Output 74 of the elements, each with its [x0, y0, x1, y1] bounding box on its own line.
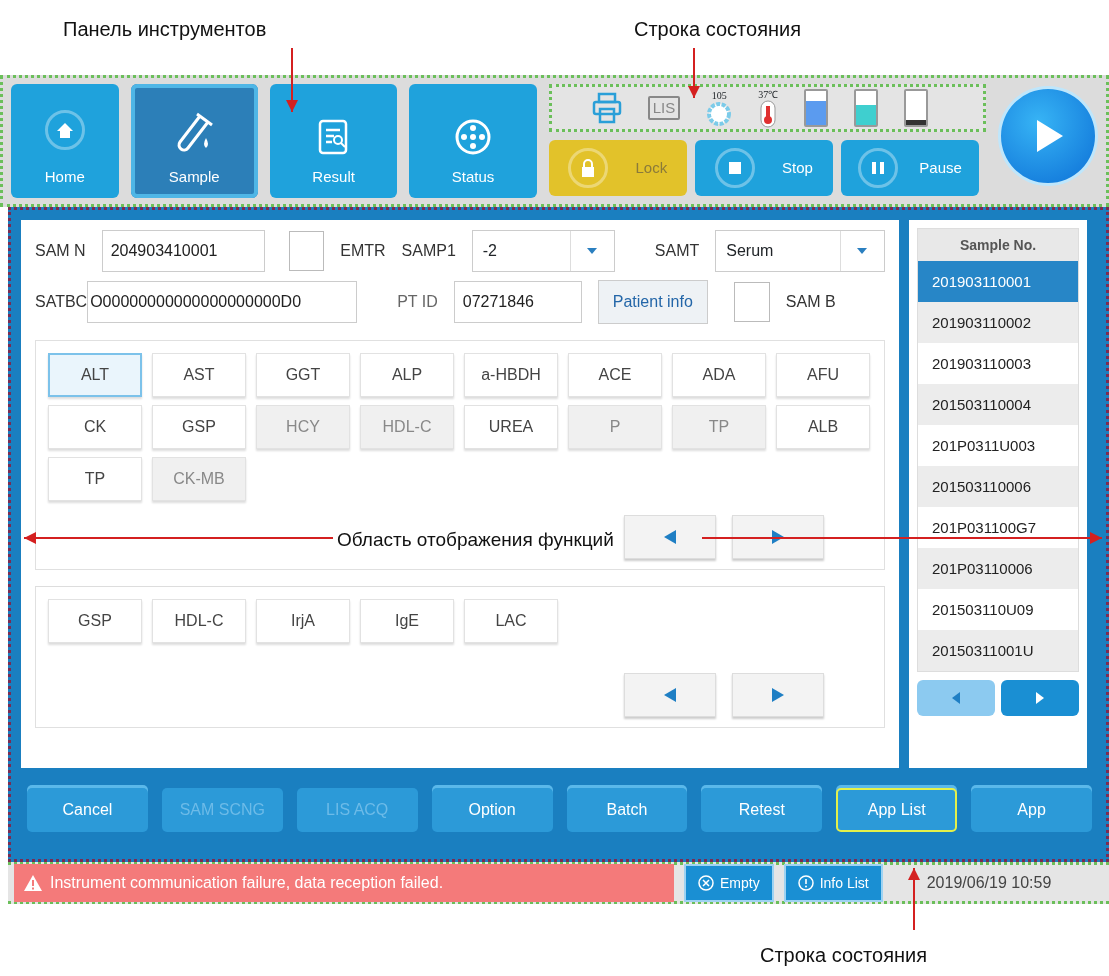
test-button[interactable]: HDL-C [152, 599, 246, 643]
left-triangle-icon [952, 692, 960, 704]
field-label: SAMP1 [401, 241, 456, 261]
test-button[interactable]: GGT [256, 353, 350, 397]
patient-id-field[interactable]: 07271846 [453, 281, 582, 323]
patient-info-button[interactable]: Patient info [597, 280, 708, 324]
prev-page-button[interactable] [624, 673, 716, 717]
checkbox[interactable] [288, 231, 325, 271]
dropdown[interactable]: -2 [471, 230, 615, 272]
test-button[interactable]: ALT [48, 353, 142, 397]
field-label: SAM N [35, 241, 86, 261]
test-button[interactable]: a-HBDH [464, 353, 558, 397]
close-circle-icon [698, 875, 714, 891]
sample-list-item[interactable]: 201503110006 [918, 466, 1078, 507]
test-button[interactable]: ADA [672, 353, 766, 397]
caret-icon [587, 248, 598, 254]
next-page-button[interactable] [1001, 680, 1079, 716]
sample-list-item[interactable]: 201503110004 [918, 384, 1078, 425]
caret-icon [857, 248, 868, 254]
sample-list-item[interactable]: 201903110002 [918, 302, 1078, 343]
field-label: PT ID [397, 292, 438, 312]
test-button[interactable]: ALP [360, 353, 454, 397]
test-button[interactable]: GSP [152, 405, 246, 449]
gear-value: 105 [711, 89, 727, 101]
checkbox-label: EMTR [340, 241, 386, 261]
prev-page-button[interactable] [624, 515, 716, 559]
reagent-bottle [854, 89, 879, 127]
test-button[interactable]: AST [152, 353, 246, 397]
test-button[interactable]: LAC [464, 599, 558, 643]
test-button[interactable]: ALB [776, 405, 870, 449]
test-button[interactable]: AFU [776, 353, 870, 397]
gear-icon [706, 100, 733, 127]
empty-button[interactable]: Empty [684, 864, 774, 902]
checkbox-label: SAM B [785, 292, 836, 312]
barcode-field[interactable]: O00000000000000000000D0 [87, 281, 358, 323]
field-label: SAMT [654, 241, 700, 261]
right-triangle-icon [772, 530, 784, 544]
temperature-value: 37℃ [758, 88, 779, 100]
reagent-bottle [804, 89, 829, 127]
right-triangle-icon [772, 688, 784, 702]
test-button[interactable]: IgE [360, 599, 454, 643]
annotation-arrow [908, 867, 920, 931]
test-button[interactable]: CK [48, 405, 142, 449]
left-triangle-icon [664, 530, 676, 544]
left-triangle-icon [664, 688, 676, 702]
test-button[interactable]: TP [48, 457, 142, 501]
checkbox[interactable] [733, 282, 770, 322]
test-button[interactable]: IrjA [256, 599, 350, 643]
dropdown[interactable]: Serum [715, 230, 885, 272]
field-label: SATBC [35, 292, 88, 312]
test-button[interactable]: ACE [568, 353, 662, 397]
reagent-bottle [904, 89, 929, 127]
lis-icon: LIS [647, 96, 681, 120]
sample-number-field[interactable]: 204903410001 [101, 230, 265, 272]
test-button[interactable]: UREA [464, 405, 558, 449]
sample-list-item[interactable]: 20150311001U [918, 630, 1078, 671]
annotation-arrow [286, 47, 298, 113]
carousel-icon [454, 117, 493, 156]
next-page-button[interactable] [732, 515, 824, 559]
list-header: Sample No. [918, 229, 1078, 261]
sample-list-item[interactable]: 201903110001 [918, 261, 1078, 302]
error-alert: Instrument communication failure, data reception failed. [14, 864, 674, 902]
info-icon [797, 875, 814, 891]
annotation-arrow [688, 47, 700, 99]
sample-list-item[interactable]: 201P03110006 [918, 548, 1078, 589]
next-page-button[interactable] [732, 673, 824, 717]
printer-icon [591, 92, 622, 124]
thermometer-icon [759, 99, 778, 128]
nav-tab[interactable]: Sample [130, 84, 258, 198]
info-list-button[interactable]: Info List [783, 864, 883, 902]
right-triangle-icon [1036, 692, 1044, 704]
date-time: 2019/06/19 10:59 [926, 873, 1052, 893]
test-button[interactable]: GSP [48, 599, 142, 643]
warning-icon [24, 875, 42, 891]
